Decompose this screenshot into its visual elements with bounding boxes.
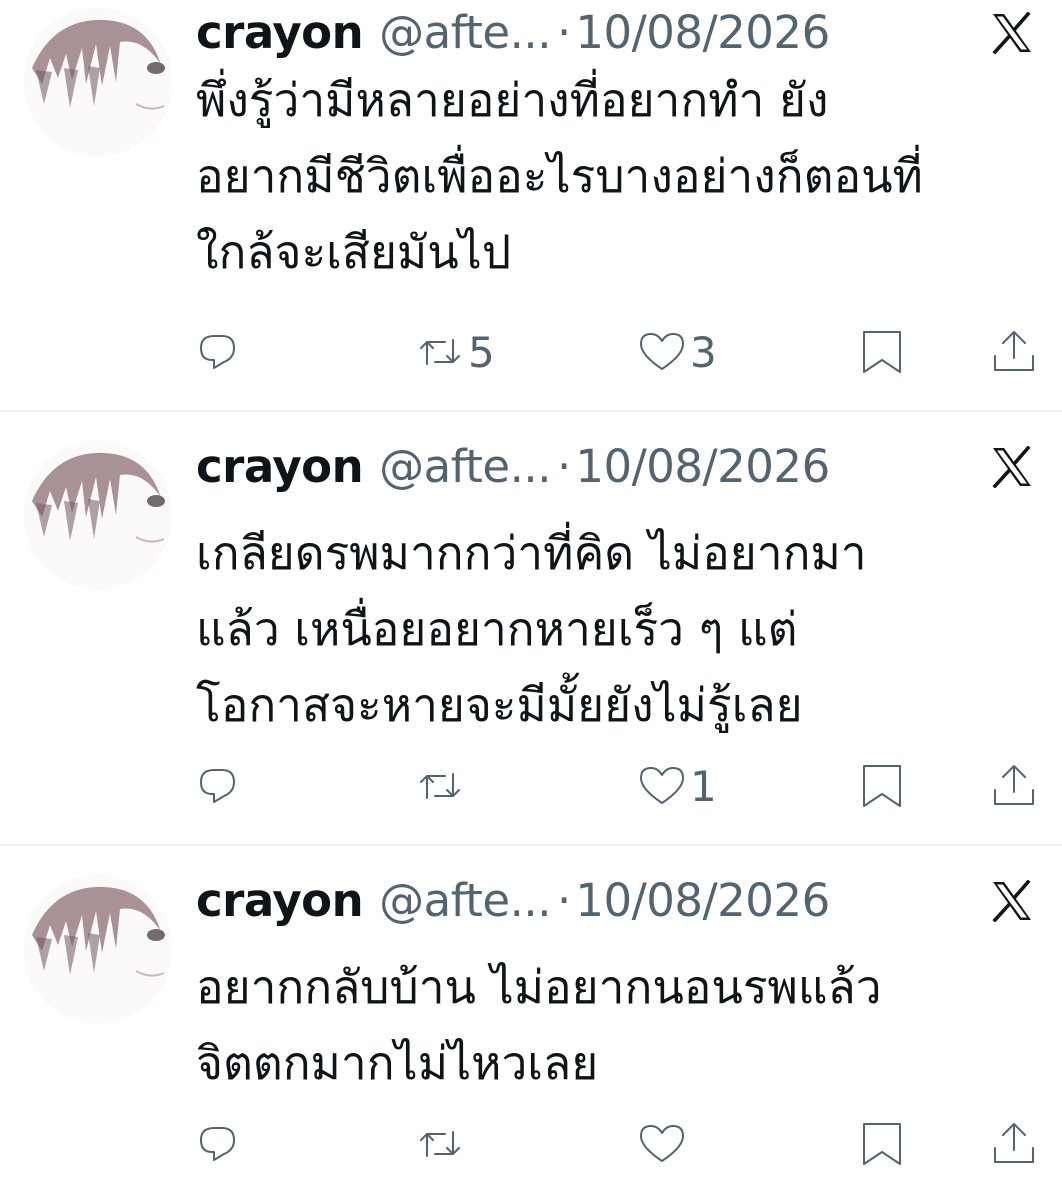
avatar[interactable] bbox=[24, 8, 172, 156]
heart-icon bbox=[640, 333, 684, 370]
tweet-actions: 5 3 bbox=[0, 322, 1062, 382]
bookmark-icon bbox=[863, 331, 901, 373]
x-logo-icon bbox=[990, 880, 1034, 922]
heart-icon bbox=[640, 767, 684, 804]
display-name[interactable]: crayon bbox=[196, 872, 364, 930]
reply-button[interactable] bbox=[192, 322, 244, 382]
tweet-text: เกลียดรพมากกว่าที่คิด ไม่อยากมา แล้ว เหน… bbox=[196, 515, 1046, 743]
like-count: 3 bbox=[690, 327, 717, 377]
display-name[interactable]: crayon bbox=[196, 438, 364, 496]
x-logo-icon bbox=[990, 12, 1034, 54]
share-button[interactable] bbox=[988, 322, 1040, 382]
tweet-header: crayon @afte... · 10/08/2026 bbox=[196, 438, 830, 496]
tweet-card[interactable]: crayon @afte... · 10/08/2026 อยากกลับบ้า… bbox=[0, 845, 1062, 1200]
reply-icon bbox=[200, 1127, 235, 1161]
tweet-text-line: จิตตกมากไม่ไหวเลย bbox=[196, 1036, 599, 1090]
tweet-feed: crayon @afte... · 10/08/2026 พึ่งรู้ว่าม… bbox=[0, 0, 1062, 1200]
avatar[interactable] bbox=[24, 441, 172, 589]
separator-dot: · bbox=[557, 874, 572, 927]
bookmark-button[interactable] bbox=[856, 756, 908, 816]
tweet-text-line: โอกาสจะหายจะมีมั้ยยังไม่รู้เลย bbox=[196, 678, 803, 732]
share-icon bbox=[994, 1123, 1034, 1163]
separator-dot: · bbox=[557, 440, 572, 493]
avatar-image bbox=[24, 441, 172, 589]
like-button[interactable]: 3 bbox=[636, 322, 717, 382]
reply-button[interactable] bbox=[192, 756, 244, 816]
avatar-image bbox=[24, 875, 172, 1023]
repost-icon bbox=[420, 339, 460, 365]
reply-button[interactable] bbox=[192, 1114, 244, 1174]
bookmark-icon bbox=[863, 765, 901, 807]
tweet-date[interactable]: 10/08/2026 bbox=[575, 438, 830, 496]
user-handle[interactable]: @afte... bbox=[379, 872, 551, 930]
share-button[interactable] bbox=[988, 756, 1040, 816]
repost-button[interactable] bbox=[414, 756, 468, 816]
share-icon bbox=[994, 331, 1034, 371]
tweet-text-line: แล้ว เหนื่อยอยากหายเร็ว ๆ แต่ bbox=[196, 602, 798, 656]
tweet-header: crayon @afte... · 10/08/2026 bbox=[196, 872, 830, 930]
tweet-text-line: พึ่งรู้ว่ามีหลายอย่างที่อยากทำ ยัง bbox=[196, 73, 829, 127]
repost-count: 5 bbox=[468, 327, 495, 377]
repost-button[interactable]: 5 bbox=[414, 322, 495, 382]
share-icon bbox=[994, 765, 1034, 805]
like-button[interactable]: 1 bbox=[636, 756, 717, 816]
x-logo-icon bbox=[990, 446, 1034, 488]
like-button[interactable] bbox=[636, 1114, 690, 1174]
bookmark-button[interactable] bbox=[856, 322, 908, 382]
avatar[interactable] bbox=[24, 875, 172, 1023]
tweet-actions: 1 bbox=[0, 756, 1062, 816]
share-button[interactable] bbox=[988, 1114, 1040, 1174]
display-name[interactable]: crayon bbox=[196, 4, 364, 62]
tweet-actions bbox=[0, 1114, 1062, 1174]
tweet-date[interactable]: 10/08/2026 bbox=[575, 872, 830, 930]
reply-icon bbox=[200, 335, 235, 369]
tweet-text-line: อยากกลับบ้าน ไม่อยากนอนรพแล้ว bbox=[196, 960, 882, 1014]
tweet-text-line: อยากมีชีวิตเพื่ออะไรบางอย่างก็ตอนที่ bbox=[196, 149, 923, 203]
repost-icon bbox=[420, 773, 460, 799]
repost-button[interactable] bbox=[414, 1114, 468, 1174]
like-count: 1 bbox=[690, 761, 717, 811]
repost-icon bbox=[420, 1131, 460, 1157]
separator-dot: · bbox=[557, 6, 572, 59]
user-handle[interactable]: @afte... bbox=[379, 438, 551, 496]
tweet-header: crayon @afte... · 10/08/2026 bbox=[196, 4, 830, 62]
tweet-card[interactable]: crayon @afte... · 10/08/2026 พึ่งรู้ว่าม… bbox=[0, 0, 1062, 411]
user-handle[interactable]: @afte... bbox=[379, 4, 551, 62]
tweet-date[interactable]: 10/08/2026 bbox=[575, 4, 830, 62]
tweet-text-line: เกลียดรพมากกว่าที่คิด ไม่อยากมา bbox=[196, 526, 867, 580]
tweet-text: พึ่งรู้ว่ามีหลายอย่างที่อยากทำ ยัง อยากม… bbox=[196, 62, 1046, 290]
avatar-image bbox=[24, 8, 172, 156]
bookmark-icon bbox=[863, 1123, 901, 1165]
bookmark-button[interactable] bbox=[856, 1114, 908, 1174]
tweet-text-line: ใกล้จะเสียมันไป bbox=[196, 225, 512, 279]
reply-icon bbox=[200, 769, 235, 803]
heart-icon bbox=[640, 1125, 684, 1162]
tweet-text: อยากกลับบ้าน ไม่อยากนอนรพแล้ว จิตตกมากไม… bbox=[196, 949, 1046, 1101]
tweet-card[interactable]: crayon @afte... · 10/08/2026 เกลียดรพมาก… bbox=[0, 411, 1062, 845]
